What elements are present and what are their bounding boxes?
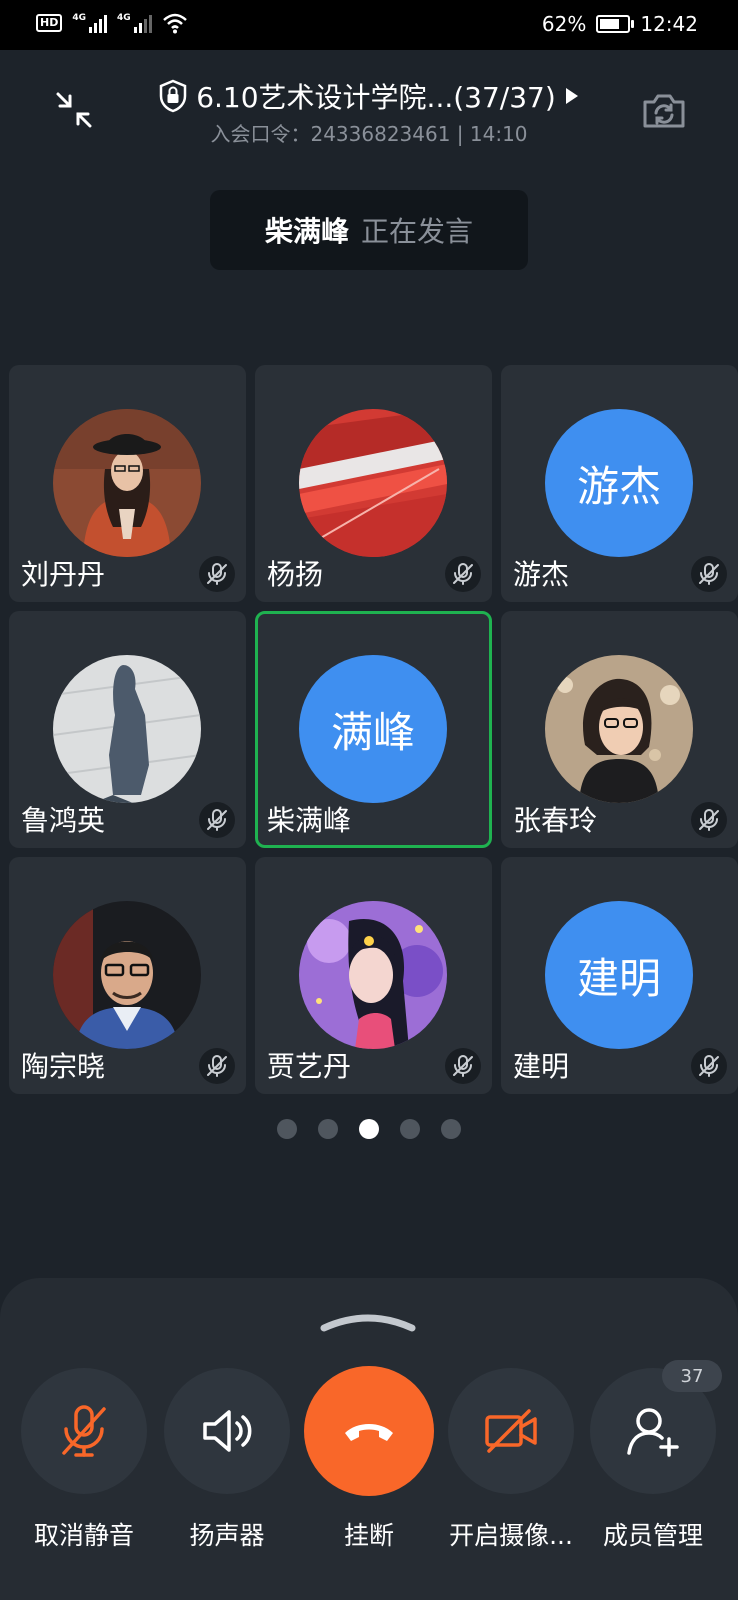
participant-tile[interactable]: 杨扬 [255, 365, 492, 602]
avatar: 游杰 [545, 409, 693, 557]
mic-muted-icon [199, 556, 235, 592]
avatar [299, 409, 447, 557]
meeting-title: 6.10艺术设计学院...(37/37) [196, 81, 556, 114]
status-right: 62% 12:42 [542, 12, 698, 36]
unmute-button[interactable] [21, 1368, 147, 1494]
mic-muted-icon [691, 1048, 727, 1084]
speaker-button[interactable] [164, 1368, 290, 1494]
unmute-label: 取消静音 [33, 1521, 134, 1550]
page-indicator[interactable] [0, 1119, 738, 1139]
mic-muted-icon [691, 556, 727, 592]
members-label: 成员管理 [602, 1521, 703, 1550]
speaker-icon [203, 1410, 252, 1452]
status-left: HD 4G 4G [36, 12, 188, 34]
hang-up-icon [345, 1424, 393, 1441]
participant-name: 鲁鸿英 [21, 804, 106, 837]
participant-tile[interactable]: 建明 建明 [501, 857, 738, 1094]
expand-handle-icon[interactable] [320, 1310, 416, 1334]
mic-muted-icon [445, 556, 481, 592]
participant-name: 刘丹丹 [21, 558, 106, 591]
avatar [545, 655, 693, 803]
camera-switch-icon [643, 94, 685, 128]
battery-icon [596, 15, 635, 33]
meeting-subtitle: 入会口令：24336823461 | 14:10 [210, 122, 528, 146]
speaker-name: 柴满峰 [264, 215, 349, 248]
page-dot[interactable] [318, 1119, 338, 1139]
participant-tile[interactable]: 刘丹丹 [9, 365, 246, 602]
start-camera-label: 开启摄像... [449, 1521, 573, 1550]
status-bar: HD 4G 4G 62% 12:42 [0, 0, 738, 50]
battery-percent: 62% [541, 12, 587, 36]
avatar [53, 655, 201, 803]
hang-up-label: 挂断 [343, 1521, 394, 1550]
meeting-header[interactable]: 6.10艺术设计学院...(37/37) [0, 76, 738, 117]
signal-icon-2: 4G [117, 13, 152, 33]
switch-camera-button[interactable] [640, 90, 688, 132]
avatar: 建明 [545, 901, 693, 1049]
participant-name: 贾艺丹 [267, 1050, 352, 1083]
member-count-badge: 37 [662, 1360, 722, 1392]
page-dot-active[interactable] [359, 1119, 379, 1139]
participant-name: 张春玲 [513, 804, 598, 837]
mic-muted-icon [199, 802, 235, 838]
participant-name: 杨扬 [267, 558, 324, 591]
network-type: 4G [117, 13, 131, 23]
participant-tile[interactable]: 游杰 游杰 [501, 365, 738, 602]
speaker-status: 正在发言 [361, 215, 474, 248]
active-speaker-banner: 柴满峰 正在发言 [210, 190, 528, 270]
signal-icon-1: 4G [72, 13, 107, 33]
participant-name: 游杰 [513, 558, 570, 591]
add-member-icon [627, 1408, 679, 1457]
avatar [299, 901, 447, 1049]
clock: 12:42 [640, 12, 698, 36]
mic-muted-icon [691, 802, 727, 838]
mic-muted-icon [445, 1048, 481, 1084]
hang-up-button[interactable] [304, 1366, 434, 1496]
mic-muted-icon [199, 1048, 235, 1084]
participant-name: 建明 [513, 1050, 570, 1083]
mic-off-icon [62, 1405, 106, 1457]
start-camera-button[interactable] [448, 1368, 574, 1494]
participant-name: 柴满峰 [267, 804, 352, 837]
participant-tile[interactable]: 贾艺丹 [255, 857, 492, 1094]
control-panel: 取消静音 扬声器 挂断 开启摄像... 37 成员管理 [0, 1278, 738, 1600]
participant-tile[interactable]: 鲁鸿英 [9, 611, 246, 848]
participant-tile[interactable]: 张春玲 [501, 611, 738, 848]
participant-tile-speaking[interactable]: 满峰 柴满峰 [255, 611, 492, 848]
participant-name: 陶宗晓 [21, 1050, 106, 1083]
secure-lock-icon [159, 79, 187, 113]
wifi-icon [162, 13, 187, 34]
page-dot[interactable] [277, 1119, 297, 1139]
avatar: 满峰 [299, 655, 447, 803]
play-arrow-icon [565, 88, 578, 104]
camera-off-icon [485, 1409, 537, 1453]
page-dot[interactable] [441, 1119, 461, 1139]
hd-voice-icon: HD [36, 14, 63, 32]
avatar [53, 901, 201, 1049]
speaker-label: 扬声器 [189, 1521, 265, 1550]
page-dot[interactable] [400, 1119, 420, 1139]
avatar [53, 409, 201, 557]
participant-tile[interactable]: 陶宗晓 [9, 857, 246, 1094]
network-type: 4G [72, 13, 86, 23]
